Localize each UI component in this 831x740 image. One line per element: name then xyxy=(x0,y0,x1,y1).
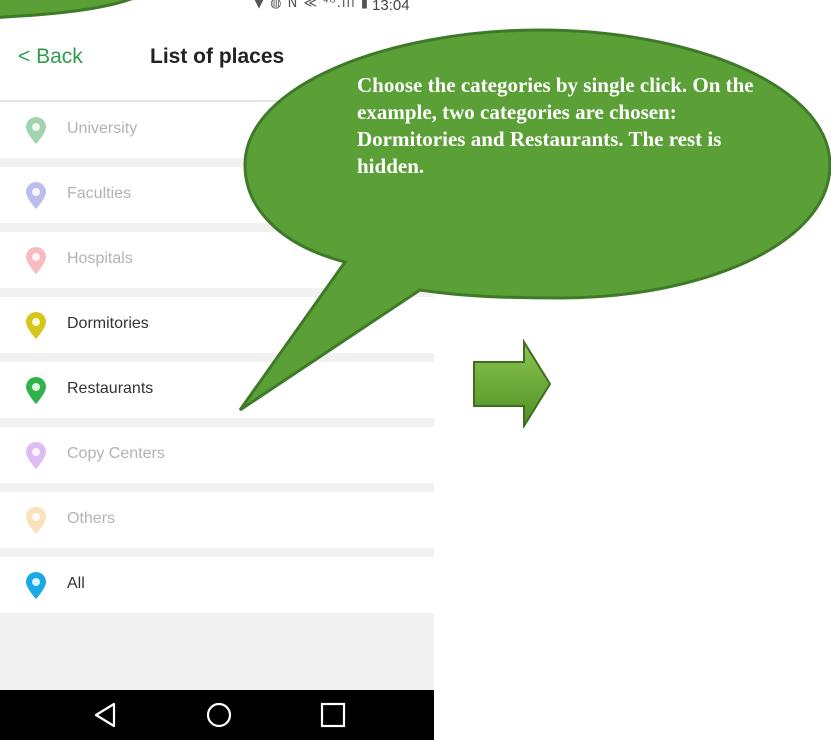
faculties-pin-icon xyxy=(24,182,48,210)
status-icons: ▼ ◍ N ≪ ⁴ᴳ.ıll ▮ xyxy=(254,0,370,11)
list-item[interactable]: Copy Centers xyxy=(0,427,434,483)
status-time: 13:04 xyxy=(372,0,410,14)
copy-centers-pin-icon xyxy=(24,442,48,470)
circle-home-icon[interactable] xyxy=(204,700,234,730)
dormitories-pin-icon xyxy=(24,312,48,340)
restaurants-pin-icon xyxy=(24,377,48,405)
list-item-label: Others xyxy=(67,510,116,527)
list-item[interactable]: Dormitories xyxy=(0,297,434,353)
list-item-label: All xyxy=(67,575,85,592)
places-list: University Faculties Hospitals Dormitori… xyxy=(0,102,434,622)
list-item-label: Restaurants xyxy=(67,380,154,397)
all-pin-icon xyxy=(24,572,48,600)
list-item[interactable]: Others xyxy=(0,492,434,548)
page-title: List of places xyxy=(150,45,285,68)
triangle-back-icon[interactable] xyxy=(90,700,120,730)
list-item-label: Copy Centers xyxy=(67,445,165,462)
back-button[interactable]: < Back xyxy=(18,45,83,69)
list-item[interactable]: Restaurants xyxy=(0,362,434,418)
right-arrow-icon xyxy=(473,338,552,428)
university-pin-icon xyxy=(24,117,48,145)
callout-text: Choose the categories by single click. O… xyxy=(357,73,754,178)
list-item-label: Dormitories xyxy=(67,315,149,332)
status-bar: ▼ ◍ N ≪ ⁴ᴳ.ıll ▮ 13:04 xyxy=(0,0,434,16)
others-pin-icon xyxy=(24,507,48,535)
square-recents-icon[interactable] xyxy=(318,700,348,730)
list-item[interactable]: Hospitals xyxy=(0,232,434,288)
navigation-bar xyxy=(0,690,434,740)
list-item-label: Faculties xyxy=(67,185,132,202)
list-item-label: University xyxy=(67,120,138,137)
hospitals-pin-icon xyxy=(24,247,48,275)
list-item[interactable]: All xyxy=(0,557,434,613)
list-item-label: Hospitals xyxy=(67,250,133,267)
